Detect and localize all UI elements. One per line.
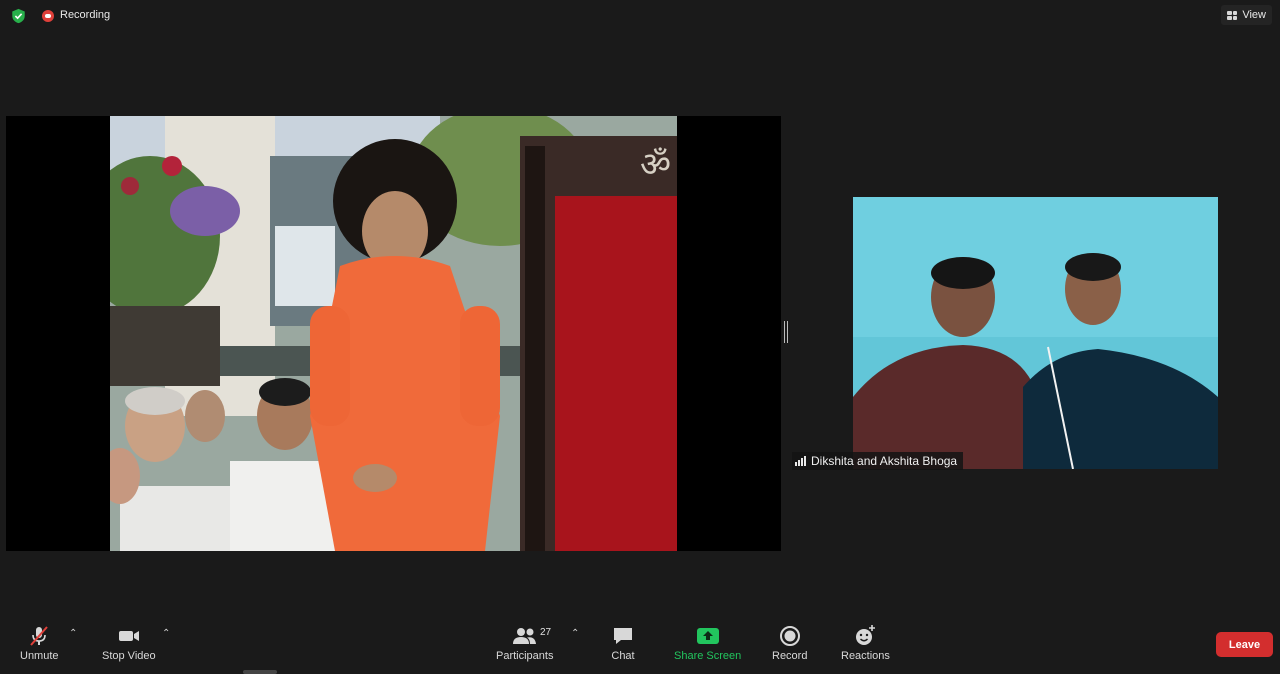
participants-count: 27 xyxy=(540,627,552,638)
record-label: Record xyxy=(772,650,808,662)
shared-video: ॐ xyxy=(6,116,781,551)
scrollbar-thumb[interactable] xyxy=(243,670,277,674)
share-screen-label: Share Screen xyxy=(674,650,742,662)
participants-options-caret[interactable]: ⌃ xyxy=(571,628,579,639)
chat-button[interactable]: Chat xyxy=(608,624,638,662)
participants-label: Participants xyxy=(496,650,554,662)
participant-video-image xyxy=(853,197,1218,469)
reactions-label: Reactions xyxy=(841,650,890,662)
audio-options-caret[interactable]: ⌃ xyxy=(69,628,77,639)
panel-resize-handle[interactable] xyxy=(784,321,788,343)
leave-button[interactable]: Leave xyxy=(1216,632,1273,657)
stop-video-button[interactable]: Stop Video xyxy=(102,624,156,662)
video-options-caret[interactable]: ⌃ xyxy=(162,628,170,639)
meeting-toolbar: Unmute ⌃ Stop Video ⌃ Participants 27 ⌃ xyxy=(0,612,1280,674)
view-grid-icon xyxy=(1227,10,1238,20)
share-screen-button[interactable]: Share Screen xyxy=(674,624,741,662)
microphone-muted-icon xyxy=(24,624,54,648)
participant-video-tile[interactable] xyxy=(853,197,1218,469)
security-shield-icon[interactable] xyxy=(11,8,26,24)
top-bar: Recording View xyxy=(0,0,1280,32)
chat-label: Chat xyxy=(611,650,635,662)
video-scene-image: ॐ xyxy=(110,116,677,551)
recording-icon xyxy=(42,10,54,22)
chat-bubble-icon xyxy=(608,624,638,648)
recording-label: Recording xyxy=(60,9,111,21)
video-camera-icon xyxy=(114,624,144,648)
record-icon xyxy=(775,624,805,648)
view-button[interactable]: View xyxy=(1221,5,1272,25)
view-label: View xyxy=(1242,9,1266,21)
emoji-plus-icon xyxy=(850,624,880,648)
share-screen-icon xyxy=(693,624,723,648)
svg-text:ॐ: ॐ xyxy=(640,145,671,185)
unmute-button[interactable]: Unmute xyxy=(20,624,59,662)
video-frame: ॐ xyxy=(110,116,677,551)
record-button[interactable]: Record xyxy=(772,624,807,662)
stop-video-label: Stop Video xyxy=(102,650,156,662)
participants-icon xyxy=(510,624,540,648)
participant-name: Dikshita and Akshita Bhoga xyxy=(811,454,958,468)
unmute-label: Unmute xyxy=(20,650,59,662)
reactions-button[interactable]: Reactions xyxy=(841,624,890,662)
signal-strength-icon xyxy=(795,456,806,466)
participant-name-tag: Dikshita and Akshita Bhoga xyxy=(792,452,964,470)
